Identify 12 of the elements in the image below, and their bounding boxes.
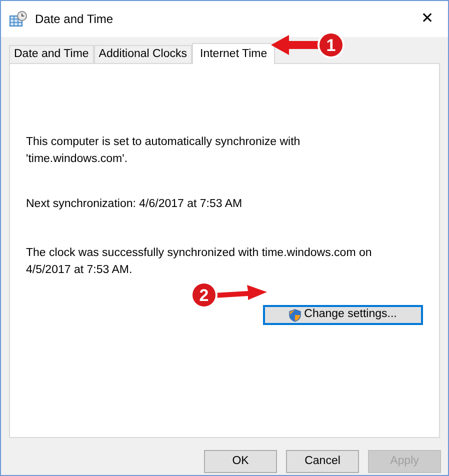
close-button[interactable]: ✕ [415, 8, 440, 30]
info-text: Next synchronization: 4/6/2017 at 7:53 AM [26, 197, 244, 212]
dialog-button[interactable]: Cancel [286, 450, 359, 473]
dialog-button[interactable]: OK [204, 450, 277, 473]
calendar-clock-icon [9, 11, 27, 27]
change-settings-button[interactable]: Change settings... [263, 305, 423, 325]
tab[interactable]: Additional Clocks [94, 45, 192, 63]
window-title: Date and Time [35, 11, 114, 28]
tab[interactable]: Internet Time [192, 43, 276, 64]
info-text: The clock was successfully synchronized with time.windows.com on 4/5/2017 at 7:53 AM. [26, 246, 373, 278]
info-text: This computer is set to automatically synchronize with 'time.windows.com'. [26, 135, 302, 167]
tab[interactable]: Date and Time [9, 45, 94, 63]
